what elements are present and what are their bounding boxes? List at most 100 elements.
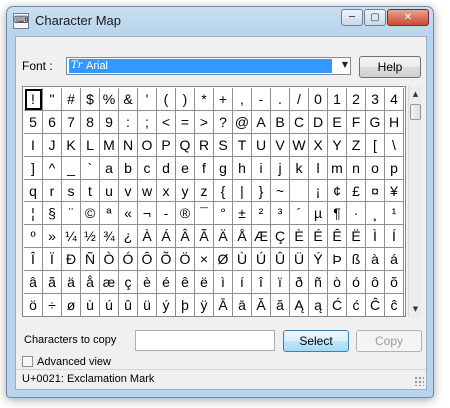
character-cell[interactable]: ,: [233, 88, 252, 111]
character-cell[interactable]: Ö: [176, 248, 195, 272]
character-cell[interactable]: ¤: [366, 179, 385, 203]
character-cell[interactable]: ¬: [138, 202, 157, 226]
character-cell[interactable]: Ý: [309, 248, 328, 272]
character-cell[interactable]: l: [309, 156, 328, 180]
character-cell[interactable]: x: [157, 179, 176, 203]
character-cell[interactable]: È: [290, 225, 309, 249]
character-cell[interactable]: Q: [176, 133, 195, 157]
character-cell[interactable]: ć: [347, 294, 366, 316]
character-cell[interactable]: J: [43, 133, 62, 157]
character-cell[interactable]: q: [24, 179, 43, 203]
character-cell[interactable]: ?: [214, 110, 233, 134]
character-cell[interactable]: Ã: [195, 225, 214, 249]
character-cell[interactable]: í: [233, 271, 252, 295]
character-cell[interactable]: ª: [100, 202, 119, 226]
character-cell[interactable]: £: [347, 179, 366, 203]
character-cell[interactable]: Ñ: [81, 248, 100, 272]
character-cell[interactable]: ó: [347, 271, 366, 295]
character-cell[interactable]: Ä: [214, 225, 233, 249]
character-cell[interactable]: ¿: [119, 225, 138, 249]
character-cell[interactable]: ß: [347, 248, 366, 272]
character-cell[interactable]: Ê: [328, 225, 347, 249]
character-cell[interactable]: Â: [176, 225, 195, 249]
character-cell[interactable]: ï: [271, 271, 290, 295]
character-cell[interactable]: ¯: [195, 202, 214, 226]
character-cell[interactable]: O: [138, 133, 157, 157]
character-cell[interactable]: ®: [176, 202, 195, 226]
character-cell[interactable]: 4: [385, 88, 404, 111]
character-cell[interactable]: À: [138, 225, 157, 249]
character-cell[interactable]: æ: [100, 271, 119, 295]
character-cell[interactable]: C: [290, 110, 309, 134]
character-cell[interactable]: ú: [100, 294, 119, 316]
character-cell[interactable]: ;: [138, 110, 157, 134]
character-cell[interactable]: A: [252, 110, 271, 134]
character-cell[interactable]: 1: [328, 88, 347, 111]
character-cell[interactable]: ÿ: [195, 294, 214, 316]
character-cell[interactable]: ô: [366, 271, 385, 295]
character-cell[interactable]: î: [252, 271, 271, 295]
character-cell[interactable]: b: [119, 156, 138, 180]
character-cell[interactable]: ©: [81, 202, 100, 226]
character-cell[interactable]: P: [157, 133, 176, 157]
character-cell[interactable]: %: [100, 88, 119, 111]
character-cell[interactable]: Ā: [214, 294, 233, 316]
character-cell[interactable]: u: [100, 179, 119, 203]
character-cell[interactable]: Ò: [100, 248, 119, 272]
character-cell[interactable]: Õ: [157, 248, 176, 272]
character-cell[interactable]: 9: [100, 110, 119, 134]
character-cell[interactable]: F: [347, 110, 366, 134]
character-cell[interactable]: p: [385, 156, 404, 180]
character-cell[interactable]: y: [176, 179, 195, 203]
character-grid[interactable]: ! " # $% & '() * +, -./0 1 2 3 4 5 6 7 8 9:; < = >? @ A B C D E F G H…: [22, 86, 406, 317]
font-dropdown[interactable]: Tr Arial ▼: [66, 57, 351, 75]
character-cell[interactable]: Þ: [328, 248, 347, 272]
scroll-down-icon[interactable]: ▼: [409, 301, 422, 317]
character-cell[interactable]: °: [214, 202, 233, 226]
character-cell[interactable]: >: [195, 110, 214, 134]
character-cell[interactable]: ð: [290, 271, 309, 295]
character-cell[interactable]: Ø: [214, 248, 233, 272]
character-cell[interactable]: Ð: [62, 248, 81, 272]
select-button[interactable]: Select: [283, 330, 349, 352]
character-cell[interactable]: 0: [309, 88, 328, 111]
character-cell[interactable]: B: [271, 110, 290, 134]
character-cell[interactable]: R: [195, 133, 214, 157]
character-cell[interactable]: 8: [81, 110, 100, 134]
character-cell[interactable]: Ą: [290, 294, 309, 316]
character-cell[interactable]: ă: [271, 294, 290, 316]
character-cell[interactable]: e: [176, 156, 195, 180]
grid-scrollbar[interactable]: ▲ ▼: [408, 86, 422, 317]
character-cell[interactable]: ¹: [385, 202, 404, 226]
character-cell[interactable]: ā: [233, 294, 252, 316]
character-cell[interactable]: j: [271, 156, 290, 180]
character-cell[interactable]: 2: [347, 88, 366, 111]
character-cell[interactable]: T: [233, 133, 252, 157]
character-cell[interactable]: ĉ: [385, 294, 404, 316]
character-cell[interactable]: S: [214, 133, 233, 157]
character-cell[interactable]: $: [81, 88, 100, 111]
character-cell[interactable]: ì: [214, 271, 233, 295]
character-cell[interactable]: ¥: [385, 179, 404, 203]
character-cell[interactable]: Æ: [252, 225, 271, 249]
character-cell[interactable]: Ć: [328, 294, 347, 316]
character-cell[interactable]: ¼: [62, 225, 81, 249]
character-cell[interactable]: ã: [43, 271, 62, 295]
character-cell[interactable]: ~: [271, 179, 290, 203]
resize-grip-icon[interactable]: [414, 376, 424, 386]
character-cell[interactable]: /: [290, 88, 309, 111]
character-cell[interactable]: _: [62, 156, 81, 180]
character-cell[interactable]: ): [176, 88, 195, 111]
character-cell[interactable]: a: [100, 156, 119, 180]
character-cell[interactable]: ö: [24, 294, 43, 316]
maximize-button[interactable]: ▢: [364, 9, 386, 26]
character-cell[interactable]: @: [233, 110, 252, 134]
character-cell[interactable]: ´: [290, 202, 309, 226]
character-cell[interactable]: m: [328, 156, 347, 180]
characters-to-copy-input[interactable]: [135, 330, 275, 351]
character-cell[interactable]: &: [119, 88, 138, 111]
character-cell[interactable]: Z: [347, 133, 366, 157]
character-cell[interactable]: Ì: [366, 225, 385, 249]
character-cell[interactable]: I: [24, 133, 43, 157]
character-cell[interactable]: {: [214, 179, 233, 203]
